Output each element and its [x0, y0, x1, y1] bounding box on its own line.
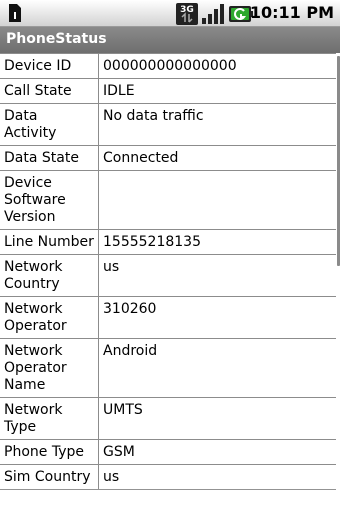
row-label: Line Number [0, 229, 99, 255]
row-value: Connected [98, 145, 336, 171]
row-label: Device Software Version [0, 170, 99, 230]
row-label: Network Operator Name [0, 338, 99, 398]
table-row: Network Operator 310260 [0, 296, 336, 339]
row-value: Android [98, 338, 336, 398]
app-title: PhoneStatus [6, 31, 107, 47]
row-label: Call State [0, 78, 99, 104]
row-value: UMTS [98, 397, 336, 440]
table-row: Network Operator Name Android [0, 338, 336, 398]
row-label: Network Country [0, 254, 99, 297]
row-label: Device ID [0, 53, 99, 79]
table-row: Network Type UMTS [0, 397, 336, 440]
row-value: us [98, 464, 336, 490]
table-row: Data Activity No data traffic [0, 103, 336, 146]
table-row: Sim Country us [0, 464, 336, 490]
row-label: Sim Country [0, 464, 99, 490]
status-bar: 3G 10:11 PM [0, 0, 340, 27]
table-row: Phone Type GSM [0, 439, 336, 465]
svg-text:3G: 3G [180, 5, 194, 15]
row-value: GSM [98, 439, 336, 465]
sim-card-icon [9, 4, 21, 22]
table-row: Call State IDLE [0, 78, 336, 104]
table-row: Device Software Version [0, 170, 336, 230]
row-value: 310260 [98, 296, 336, 339]
row-value: IDLE [98, 78, 336, 104]
table-row: Network Country us [0, 254, 336, 297]
row-label: Data Activity [0, 103, 99, 146]
signal-strength-icon [202, 4, 224, 24]
table-row: Line Number 15555218135 [0, 229, 336, 255]
row-label: Network Type [0, 397, 99, 440]
table-row: Data State Connected [0, 145, 336, 171]
status-time: 10:11 PM [249, 3, 334, 22]
row-value: 15555218135 [98, 229, 336, 255]
info-table: Device ID 000000000000000 Call State IDL… [0, 53, 336, 490]
row-value [98, 170, 336, 230]
row-value: us [98, 254, 336, 297]
row-label: Phone Type [0, 439, 99, 465]
table-row: Device ID 000000000000000 [0, 53, 336, 79]
phone-status-list[interactable]: Device ID 000000000000000 Call State IDL… [0, 53, 340, 510]
row-value: No data traffic [98, 103, 336, 146]
row-label: Network Operator [0, 296, 99, 339]
row-label: Data State [0, 145, 99, 171]
row-value: 000000000000000 [98, 53, 336, 79]
3g-data-icon: 3G [176, 3, 198, 25]
title-bar: PhoneStatus [0, 27, 340, 53]
